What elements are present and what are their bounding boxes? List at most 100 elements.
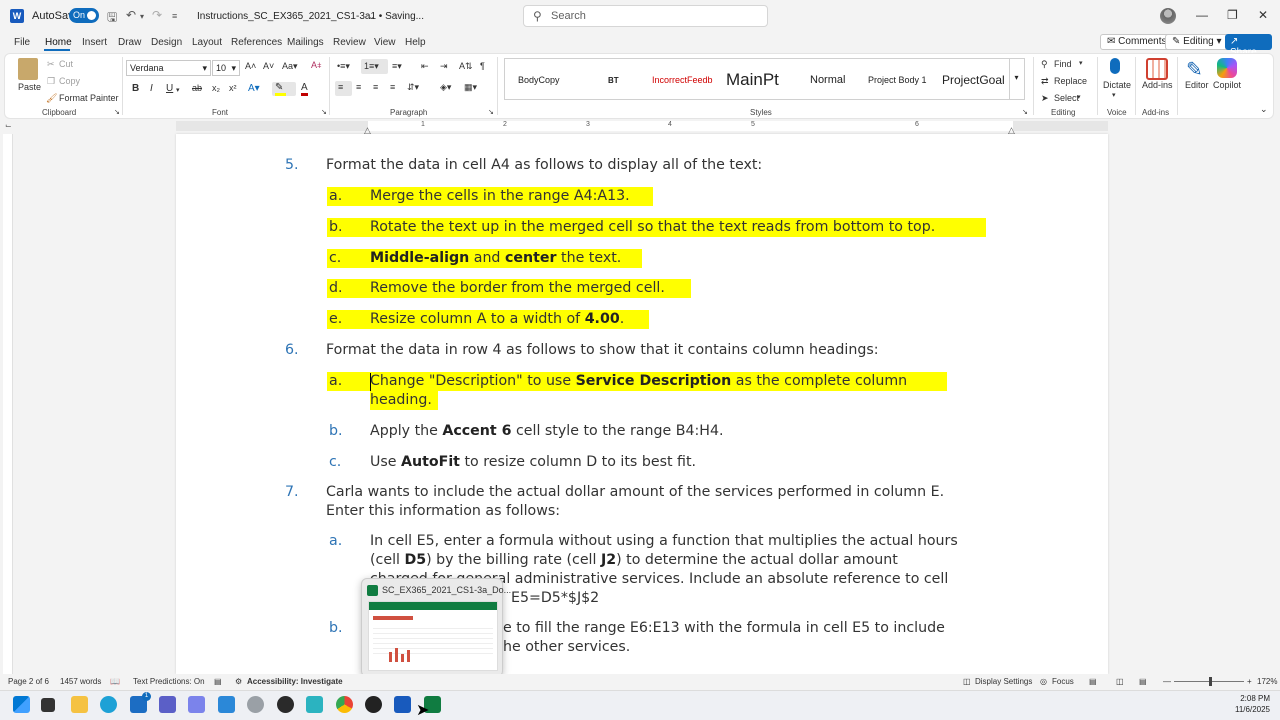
title-dropdown-icon[interactable]: ⌄ xyxy=(368,12,375,21)
print-layout-icon[interactable]: ◫ xyxy=(1116,677,1124,686)
share-button[interactable]: ↗ Share xyxy=(1225,34,1272,58)
styles-expand-button[interactable]: ▾ xyxy=(1009,59,1023,99)
style-project-body-1[interactable]: Project Body 1 xyxy=(868,75,934,85)
clear-formatting-icon[interactable]: A⧧ xyxy=(311,60,322,71)
subscript-icon[interactable]: x₂ xyxy=(212,83,220,93)
font-size-box[interactable]: 10 ▾ xyxy=(212,60,240,76)
font-color-icon[interactable]: A xyxy=(301,83,308,96)
decrease-indent-icon[interactable]: ⇤ xyxy=(421,61,429,72)
focus-mode[interactable]: Focus xyxy=(1052,677,1074,686)
zoom-in-icon[interactable]: + xyxy=(1247,677,1252,686)
select-icon[interactable]: ➤ xyxy=(1041,93,1049,104)
bullets-icon[interactable]: •≡▾ xyxy=(337,61,350,72)
select-button[interactable]: Select xyxy=(1054,93,1079,103)
underline-icon[interactable]: U xyxy=(166,83,173,94)
proofing-icon[interactable]: 📖 xyxy=(110,677,120,686)
web-layout-icon[interactable]: ▤ xyxy=(1139,677,1147,686)
close-icon[interactable]: ✕ xyxy=(1258,8,1268,22)
find-dropdown-icon[interactable]: ▾ xyxy=(1079,59,1083,67)
instruction-5-text[interactable]: Format the data in cell A4 as follows to… xyxy=(326,156,762,175)
style-incorrectfeedb[interactable]: IncorrectFeedb xyxy=(652,75,713,85)
copilot-icon[interactable] xyxy=(1217,58,1237,78)
collapse-ribbon-icon[interactable]: ⌄ xyxy=(1260,104,1268,115)
accessibility-status[interactable]: Accessibility: Investigate xyxy=(247,677,343,686)
show-formatting-icon[interactable]: ¶ xyxy=(480,61,485,71)
tab-draw[interactable]: Draw xyxy=(118,37,141,48)
task-view-icon[interactable] xyxy=(41,698,55,712)
tab-insert[interactable]: Insert xyxy=(82,37,107,48)
shrink-font-icon[interactable]: A˅ xyxy=(263,61,274,71)
instruction-5d-text[interactable]: Remove the border from the merged cell. xyxy=(370,279,665,298)
instruction-5b-text[interactable]: Rotate the text up in the merged cell so… xyxy=(370,218,935,237)
document-page[interactable]: 5. Format the data in cell A4 as follows… xyxy=(176,134,1108,674)
read-mode-icon[interactable]: ▤ xyxy=(1089,677,1097,686)
instruction-6a-text[interactable]: Change "Description" to use Service Desc… xyxy=(370,372,907,391)
italic-icon[interactable]: I xyxy=(150,83,153,94)
instruction-6b-text[interactable]: Apply the Accent 6 cell style to the ran… xyxy=(370,422,724,441)
grow-font-icon[interactable]: A˄ xyxy=(245,61,256,71)
teams-classic-icon[interactable] xyxy=(188,696,205,713)
underline-dropdown-icon[interactable]: ▾ xyxy=(176,86,180,94)
document-title[interactable]: Instructions_SC_EX365_2021_CS1-3a1 • Sav… xyxy=(197,11,424,22)
find-icon[interactable]: ⚲ xyxy=(1041,59,1048,70)
save-icon[interactable]: 🖫 xyxy=(107,8,117,29)
word-taskbar-icon[interactable] xyxy=(394,696,411,713)
add-ins-button[interactable]: Add-ins xyxy=(1142,80,1173,90)
system-clock[interactable]: 2:08 PM 11/6/2025 xyxy=(1228,693,1270,715)
undo-dropdown-icon[interactable]: ▾ xyxy=(140,12,144,21)
microphone-icon[interactable] xyxy=(1110,58,1120,74)
style-projectgoal[interactable]: ProjectGoal xyxy=(942,73,1005,87)
paste-icon[interactable] xyxy=(18,58,38,80)
font-launcher-icon[interactable]: ↘ xyxy=(321,108,327,116)
increase-indent-icon[interactable]: ⇥ xyxy=(440,61,448,72)
text-effects-icon[interactable]: A▾ xyxy=(248,83,260,94)
tab-mailings[interactable]: Mailings xyxy=(287,37,324,48)
format-painter-button[interactable]: Format Painter xyxy=(59,93,119,103)
restore-icon[interactable]: ❐ xyxy=(1227,8,1238,22)
copy-button[interactable]: Copy xyxy=(59,76,80,86)
redo-icon[interactable]: ↷ xyxy=(152,8,162,22)
instruction-5c-text[interactable]: Middle-align and center the text. xyxy=(370,249,621,268)
start-icon[interactable] xyxy=(13,696,30,713)
instruction-7-text-line2[interactable]: Enter this information as follows: xyxy=(326,502,560,521)
tab-home[interactable]: Home xyxy=(45,37,72,48)
instruction-7a-formula[interactable]: E5=D5*$J$2 xyxy=(511,589,599,608)
instruction-5e-text[interactable]: Resize column A to a width of 4.00. xyxy=(370,310,624,329)
chrome-icon[interactable] xyxy=(336,696,353,713)
instruction-6a-text-line2[interactable]: heading. xyxy=(370,391,432,410)
paste-button[interactable]: Paste xyxy=(18,82,41,92)
bold-icon[interactable]: B xyxy=(132,83,139,94)
instruction-7b-text-line2[interactable]: he other services. xyxy=(503,638,630,657)
justify-icon[interactable]: ≡ xyxy=(390,82,395,92)
accessibility-icon[interactable]: ⚙ xyxy=(235,677,242,686)
zoom-level[interactable]: 172% xyxy=(1257,677,1277,686)
instruction-5a-text[interactable]: Merge the cells in the range A4:A13. xyxy=(370,187,630,206)
tab-layout[interactable]: Layout xyxy=(192,37,222,48)
tab-help[interactable]: Help xyxy=(405,37,426,48)
highlight-color-button[interactable]: ✎ xyxy=(272,82,296,96)
vertical-ruler[interactable] xyxy=(3,134,13,674)
line-spacing-icon[interactable]: ⇵▾ xyxy=(407,82,419,93)
editor-icon[interactable]: ✎ xyxy=(1186,57,1203,82)
media-player-icon[interactable] xyxy=(365,696,382,713)
cut-icon[interactable]: ✂ xyxy=(47,59,55,70)
sort-icon[interactable]: A⇅ xyxy=(459,61,473,72)
edge-icon[interactable] xyxy=(100,696,117,713)
customize-toolbar-icon[interactable]: ≡ xyxy=(172,11,177,21)
app-icon[interactable] xyxy=(277,696,294,713)
tab-design[interactable]: Design xyxy=(151,37,182,48)
style-bt[interactable]: BT xyxy=(608,76,619,85)
find-button[interactable]: Find xyxy=(1054,59,1072,69)
instruction-7a-text-line2[interactable]: (cell D5) by the billing rate (cell J2) … xyxy=(370,551,898,570)
numbering-button[interactable]: 1≡▾ xyxy=(361,59,388,74)
track-changes-icon[interactable]: ▤ xyxy=(214,677,222,686)
word-count[interactable]: 1457 words xyxy=(60,677,101,686)
tab-file[interactable]: File xyxy=(14,37,30,48)
style-normal[interactable]: Normal xyxy=(810,74,845,86)
font-name-box[interactable]: Verdana ▾ xyxy=(126,60,211,76)
select-dropdown-icon[interactable]: ▾ xyxy=(1077,93,1081,101)
autosave-toggle[interactable]: On xyxy=(69,8,99,23)
strikethrough-icon[interactable]: ab xyxy=(192,83,202,93)
instruction-6-text[interactable]: Format the data in row 4 as follows to s… xyxy=(326,341,879,360)
align-left-button[interactable]: ≡ xyxy=(335,81,352,96)
